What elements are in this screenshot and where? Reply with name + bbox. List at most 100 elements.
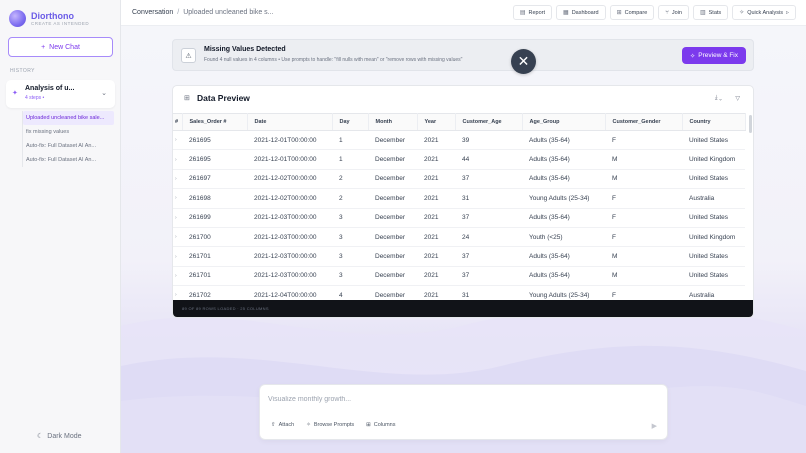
table-cell: M: [605, 149, 682, 170]
preview-fix-button[interactable]: ✧ Preview & Fix: [681, 47, 746, 64]
row-expand-icon[interactable]: ›: [173, 208, 182, 228]
table-cell: 2021: [417, 208, 455, 228]
table-row[interactable]: › 261695 2021-12-01T00:00:00 1 December …: [173, 149, 745, 170]
table-cell: 2021: [417, 169, 455, 190]
prompt-input[interactable]: [268, 392, 648, 406]
table-cell: December: [368, 149, 417, 170]
chevron-down-icon[interactable]: ⌄: [101, 89, 107, 97]
table-row[interactable]: › 261701 2021-12-03T00:00:00 3 December …: [173, 246, 745, 267]
table-row[interactable]: › 261697 2021-12-02T00:00:00 2 December …: [173, 169, 745, 190]
table-scrollbar[interactable]: [749, 115, 752, 133]
toolbar: ▤ Report ▦ Dashboard ⊞ Compare ⑂ Join ▥ Stats…: [512, 5, 796, 20]
row-expand-icon[interactable]: ›: [173, 227, 182, 248]
table-cell: 2021-12-01T00:00:00: [247, 130, 332, 151]
browse-prompts-label: Browse Prompts: [313, 422, 355, 428]
table-icon: ⊞: [184, 95, 190, 102]
table-cell: 3: [332, 246, 368, 267]
table-cell: December: [368, 208, 417, 228]
table-row[interactable]: › 261698 2021-12-02T00:00:00 2 December …: [173, 188, 745, 209]
close-button[interactable]: ✕: [511, 49, 536, 74]
table-row[interactable]: › 261700 2021-12-03T00:00:00 3 December …: [173, 227, 745, 248]
column-header[interactable]: Country: [682, 113, 746, 131]
stats-label: Stats: [708, 9, 722, 16]
table-cell: United States: [682, 266, 745, 287]
row-expand-icon[interactable]: ›: [173, 246, 182, 267]
data-preview-panel: ⊞ Data Preview ⤓ ⌄ ▽ # Sales_Order # Dat…: [172, 85, 754, 318]
table-cell: 24: [455, 227, 522, 248]
table-cell: Australia: [682, 188, 745, 209]
join-button[interactable]: ⑂ Join: [658, 5, 689, 20]
row-expand-icon[interactable]: ›: [173, 169, 182, 190]
breadcrumb-root[interactable]: Conversation: [132, 9, 173, 16]
row-expand-icon[interactable]: ›: [173, 188, 182, 209]
quick-analysis-button[interactable]: ✧ Quick Analysis ▹: [732, 5, 796, 20]
preview-fix-label: Preview & Fix: [698, 52, 738, 59]
history-step-item[interactable]: fix missing values: [23, 125, 114, 139]
column-header[interactable]: Date: [247, 113, 333, 131]
filter-icon[interactable]: ▽: [735, 95, 740, 102]
table-cell: 1: [332, 149, 368, 170]
table-cell: 37: [455, 169, 522, 190]
conversation-card[interactable]: ✦ Analysis of u... 4 steps • ⌄: [6, 80, 115, 108]
new-chat-button[interactable]: + New Chat: [8, 37, 113, 57]
column-header[interactable]: Year: [417, 113, 456, 131]
column-header[interactable]: Age_Group: [522, 113, 606, 131]
alert-title: Missing Values Detected: [204, 46, 286, 53]
report-button[interactable]: ▤ Report: [512, 5, 553, 20]
table-cell: 2021-12-01T00:00:00: [247, 149, 332, 170]
row-expand-icon[interactable]: ›: [173, 130, 182, 151]
row-expand-icon[interactable]: ›: [173, 149, 182, 170]
history-step-item[interactable]: Auto-fix: Full Dataset AI An...: [23, 139, 114, 153]
attach-button[interactable]: ⇧ Attach: [271, 422, 294, 428]
conversation-steps-list: Uploaded uncleaned bike sale... fix miss…: [22, 111, 114, 167]
column-header[interactable]: Sales_Order #: [182, 113, 248, 131]
join-icon: ⑂: [665, 9, 669, 16]
table-cell: F: [605, 130, 682, 151]
warning-icon: ⚠: [181, 48, 196, 63]
quick-analysis-label: Quick Analysis: [747, 9, 783, 16]
table-cell: 31: [455, 188, 522, 209]
prompt-composer: ⇧Attach ✧Browse Prompts ⊞Columns ▶: [259, 384, 668, 440]
table-cell: Adults (35-64): [522, 149, 605, 170]
table-cell: United States: [682, 246, 745, 267]
history-step-item[interactable]: Auto-fix: Full Dataset AI An...: [23, 153, 114, 167]
app-logo[interactable]: Diorthono CREATE AS INTENDED: [9, 10, 89, 27]
column-header[interactable]: Customer_Gender: [605, 113, 683, 131]
table-row[interactable]: › 261701 2021-12-03T00:00:00 3 December …: [173, 266, 745, 287]
table-row[interactable]: › 261695 2021-12-01T00:00:00 1 December …: [173, 130, 745, 151]
history-step-item[interactable]: Uploaded uncleaned bike sale...: [23, 111, 114, 125]
column-header[interactable]: #: [173, 113, 183, 131]
table-cell: 2021-12-03T00:00:00: [247, 246, 332, 267]
column-header[interactable]: Month: [368, 113, 418, 131]
magic-wand-icon: ✧: [689, 52, 696, 60]
table-cell: 261699: [182, 208, 247, 228]
column-header[interactable]: Customer_Age: [455, 113, 523, 131]
stats-button[interactable]: ▥ Stats: [692, 5, 729, 20]
table-cell: 261701: [182, 246, 247, 267]
dark-mode-label: Dark Mode: [47, 432, 82, 440]
data-preview-footer: 89 OF 89 ROWS LOADED · 25 COLUMNS: [173, 300, 753, 317]
compare-button[interactable]: ⊞ Compare: [609, 5, 655, 20]
grid-icon: ⊞: [616, 10, 622, 16]
columns-button[interactable]: ⊞ Columns: [366, 422, 395, 428]
document-icon: ▤: [519, 10, 526, 16]
send-icon[interactable]: ▶: [652, 422, 657, 430]
alert-text: Found 4 null values in 4 columns • Use p…: [204, 57, 463, 63]
breadcrumb-current: Uploaded uncleaned bike s...: [183, 9, 274, 16]
download-icon[interactable]: ⤓ ⌄: [715, 95, 722, 102]
dashboard-button[interactable]: ▦ Dashboard: [556, 5, 606, 20]
table-cell: 2021-12-03T00:00:00: [247, 266, 332, 287]
columns-label: Columns: [373, 422, 396, 428]
report-label: Report: [528, 9, 546, 16]
table-row[interactable]: › 261699 2021-12-03T00:00:00 3 December …: [173, 208, 745, 228]
row-expand-icon[interactable]: ›: [173, 266, 182, 287]
table-cell: December: [368, 169, 417, 190]
table-cell: December: [368, 188, 417, 209]
sidebar: Diorthono CREATE AS INTENDED + New Chat …: [0, 0, 121, 453]
table-cell: Adults (35-64): [522, 208, 605, 228]
dark-mode-toggle[interactable]: ☾ Dark Mode: [37, 432, 82, 441]
column-header[interactable]: Day: [332, 113, 369, 131]
attach-label: Attach: [278, 422, 295, 428]
browse-prompts-button[interactable]: ✧ Browse Prompts: [306, 422, 354, 428]
table-cell: 2: [332, 169, 368, 190]
